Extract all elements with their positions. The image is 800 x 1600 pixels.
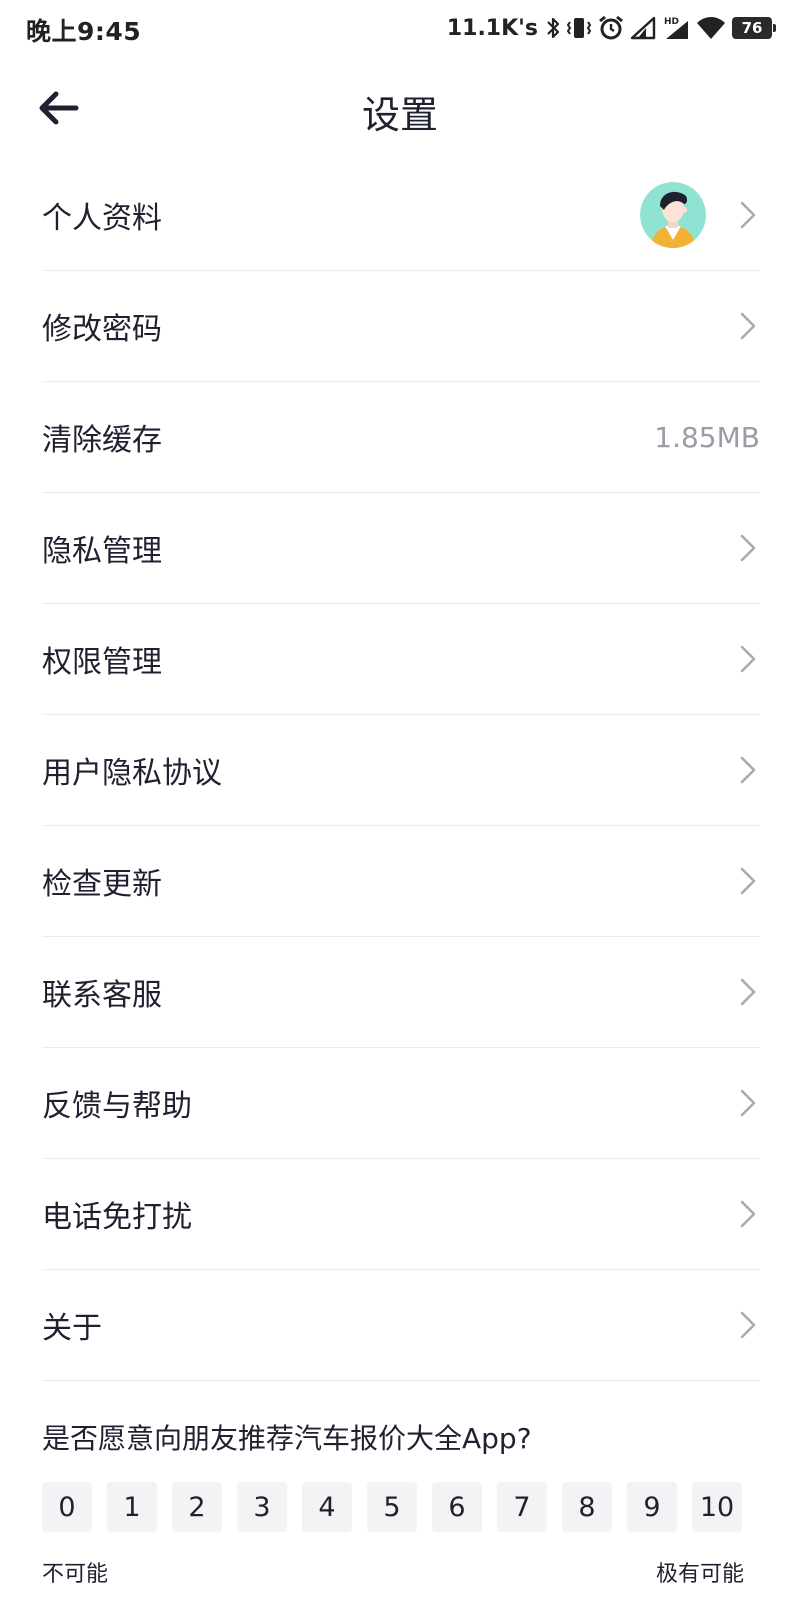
score-high-label: 极有可能 bbox=[655, 1562, 744, 1587]
header: 设置 bbox=[0, 70, 800, 146]
cache-size-value: 1.85MB bbox=[654, 420, 760, 454]
chevron-right-icon bbox=[738, 864, 758, 898]
settings-item-label: 修改密码 bbox=[42, 312, 162, 347]
settings-item-privacy-management[interactable]: 隐私管理 bbox=[42, 493, 760, 604]
settings-item-label: 联系客服 bbox=[42, 978, 162, 1013]
chevron-right-icon bbox=[738, 642, 758, 676]
score-scale-labels: 不可能 极有可能 bbox=[42, 1556, 744, 1587]
status-bar: 晚上9:45 11.1K's HD 76 bbox=[0, 0, 800, 56]
score-option-6[interactable]: 6 bbox=[432, 1482, 482, 1532]
score-options: 0 1 2 3 4 5 6 7 8 9 10 bbox=[42, 1482, 762, 1534]
vibrate-icon bbox=[566, 16, 592, 40]
settings-item-about[interactable]: 关于 bbox=[42, 1270, 760, 1381]
avatar[interactable] bbox=[640, 182, 706, 248]
svg-text:HD: HD bbox=[664, 17, 679, 27]
score-low-label: 不可能 bbox=[42, 1562, 109, 1587]
settings-item-label: 用户隐私协议 bbox=[42, 756, 222, 791]
signal-icon bbox=[630, 16, 656, 40]
settings-item-profile[interactable]: 个人资料 bbox=[42, 160, 760, 271]
status-icons: 11.1K's HD 76 bbox=[446, 12, 776, 44]
bluetooth-icon bbox=[546, 16, 560, 40]
battery-icon: 76 bbox=[732, 17, 776, 39]
wifi-icon bbox=[696, 16, 726, 40]
score-option-4[interactable]: 4 bbox=[302, 1482, 352, 1532]
settings-list: 个人资料 修改密码 清除缓存 1.85MB 隐私管理 权限管理 用户隐私协议 检… bbox=[42, 160, 760, 1381]
chevron-right-icon bbox=[738, 975, 758, 1009]
settings-item-label: 清除缓存 bbox=[42, 423, 162, 458]
score-option-3[interactable]: 3 bbox=[237, 1482, 287, 1532]
score-option-2[interactable]: 2 bbox=[172, 1482, 222, 1532]
settings-item-change-password[interactable]: 修改密码 bbox=[42, 271, 760, 382]
score-option-8[interactable]: 8 bbox=[562, 1482, 612, 1532]
chevron-right-icon bbox=[738, 1308, 758, 1342]
chevron-right-icon bbox=[738, 198, 758, 232]
survey-question: 是否愿意向朋友推荐汽车报价大全App? bbox=[42, 1422, 532, 1455]
score-option-0[interactable]: 0 bbox=[42, 1482, 92, 1532]
settings-item-label: 权限管理 bbox=[42, 645, 162, 680]
status-time: 晚上9:45 bbox=[26, 17, 142, 46]
settings-item-call-do-not-disturb[interactable]: 电话免打扰 bbox=[42, 1159, 760, 1270]
settings-item-feedback-help[interactable]: 反馈与帮助 bbox=[42, 1048, 760, 1159]
settings-item-label: 检查更新 bbox=[42, 867, 162, 902]
score-option-10[interactable]: 10 bbox=[692, 1482, 742, 1532]
settings-item-label: 隐私管理 bbox=[42, 534, 162, 569]
score-option-7[interactable]: 7 bbox=[497, 1482, 547, 1532]
score-option-9[interactable]: 9 bbox=[627, 1482, 677, 1532]
battery-level: 76 bbox=[741, 19, 763, 37]
settings-item-label: 个人资料 bbox=[42, 201, 162, 236]
settings-item-label: 电话免打扰 bbox=[42, 1200, 192, 1235]
chevron-right-icon bbox=[738, 753, 758, 787]
chevron-right-icon bbox=[738, 1197, 758, 1231]
network-speed: 11.1K's bbox=[446, 15, 538, 41]
settings-item-label: 反馈与帮助 bbox=[42, 1089, 192, 1124]
chevron-right-icon bbox=[738, 309, 758, 343]
score-option-5[interactable]: 5 bbox=[367, 1482, 417, 1532]
score-option-1[interactable]: 1 bbox=[107, 1482, 157, 1532]
page-title: 设置 bbox=[361, 93, 438, 137]
settings-item-check-update[interactable]: 检查更新 bbox=[42, 826, 760, 937]
settings-item-privacy-agreement[interactable]: 用户隐私协议 bbox=[42, 715, 760, 826]
settings-item-label: 关于 bbox=[42, 1311, 102, 1346]
signal-hd-icon: HD bbox=[662, 15, 690, 41]
settings-item-clear-cache[interactable]: 清除缓存 1.85MB bbox=[42, 382, 760, 493]
alarm-icon bbox=[598, 15, 624, 41]
chevron-right-icon bbox=[738, 1086, 758, 1120]
settings-item-contact-support[interactable]: 联系客服 bbox=[42, 937, 760, 1048]
settings-item-permission-management[interactable]: 权限管理 bbox=[42, 604, 760, 715]
recommendation-survey: 是否愿意向朋友推荐汽车报价大全App? 0 1 2 3 4 5 6 7 8 9 … bbox=[42, 1418, 762, 1587]
chevron-right-icon bbox=[738, 531, 758, 565]
